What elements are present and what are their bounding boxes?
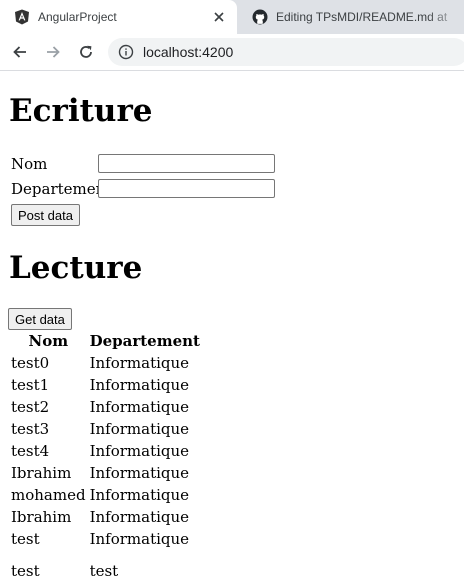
cell-nom: Ibrahim — [11, 508, 72, 526]
cell-nom: test2 — [11, 398, 50, 416]
cell-nom: test — [11, 530, 40, 548]
table-row: Ibrahim Informatique — [9, 506, 202, 528]
cell-nom: test3 — [11, 420, 50, 438]
table-header-row: Nom Departement — [9, 330, 202, 352]
browser-toolbar: localhost:4200 — [0, 34, 464, 71]
get-data-button[interactable]: Get data — [8, 308, 72, 330]
cell-departement: Informatique — [89, 442, 190, 460]
table-row: test3 Informatique — [9, 418, 202, 440]
cell-nom: test — [11, 562, 40, 580]
cell-departement: Informatique — [89, 486, 190, 504]
ecriture-heading: Ecriture — [9, 93, 153, 129]
cell-departement: Informatique — [89, 354, 190, 372]
table-row: Ibrahim Informatique — [9, 462, 202, 484]
nom-label: Nom — [11, 155, 48, 173]
address-url: localhost:4200 — [143, 44, 234, 60]
table-row: test test — [9, 550, 202, 580]
close-icon[interactable] — [211, 9, 227, 25]
tab-title: AngularProject — [38, 10, 117, 24]
cell-nom: test1 — [11, 376, 50, 394]
tab-angularproject[interactable]: AngularProject — [0, 0, 237, 34]
column-header-nom: Nom — [28, 332, 69, 350]
cell-nom: mohamed — [11, 486, 86, 504]
cell-nom: test4 — [11, 442, 50, 460]
departement-label: Departement — [11, 180, 112, 198]
angular-logo-icon — [14, 9, 30, 25]
cell-departement: test — [89, 562, 119, 580]
table-row: test1 Informatique — [9, 374, 202, 396]
lecture-heading: Lecture — [9, 250, 143, 286]
departement-input[interactable] — [98, 179, 275, 198]
data-table: Nom Departement test0 Informatique test1… — [9, 330, 202, 580]
tab-strip: AngularProject Editing TPsMDI/README.md … — [0, 0, 464, 34]
cell-departement: Informatique — [89, 530, 190, 548]
info-icon[interactable] — [118, 44, 134, 60]
table-row: test2 Informatique — [9, 396, 202, 418]
table-row: test Informatique — [9, 528, 202, 550]
table-row: mohamed Informatique — [9, 484, 202, 506]
cell-departement: Informatique — [89, 420, 190, 438]
github-logo-icon — [252, 9, 268, 25]
cell-nom: test0 — [11, 354, 50, 372]
cell-nom: Ibrahim — [11, 464, 72, 482]
cell-departement: Informatique — [89, 398, 190, 416]
table-row: test4 Informatique — [9, 440, 202, 462]
forward-arrow-icon[interactable] — [42, 41, 64, 63]
address-bar[interactable]: localhost:4200 — [108, 38, 464, 66]
column-header-departement: Departement — [89, 332, 200, 350]
reload-icon[interactable] — [75, 41, 97, 63]
post-data-button[interactable]: Post data — [11, 204, 80, 226]
cell-departement: Informatique — [89, 376, 190, 394]
back-arrow-icon[interactable] — [9, 41, 31, 63]
tab-github-editing[interactable]: Editing TPsMDI/README.md at — [238, 0, 464, 34]
cell-departement: Informatique — [89, 464, 190, 482]
table-row: test0 Informatique — [9, 352, 202, 374]
tab-title: Editing TPsMDI/README.md at — [276, 10, 448, 24]
cell-departement: Informatique — [89, 508, 190, 526]
nom-input[interactable] — [98, 154, 275, 173]
